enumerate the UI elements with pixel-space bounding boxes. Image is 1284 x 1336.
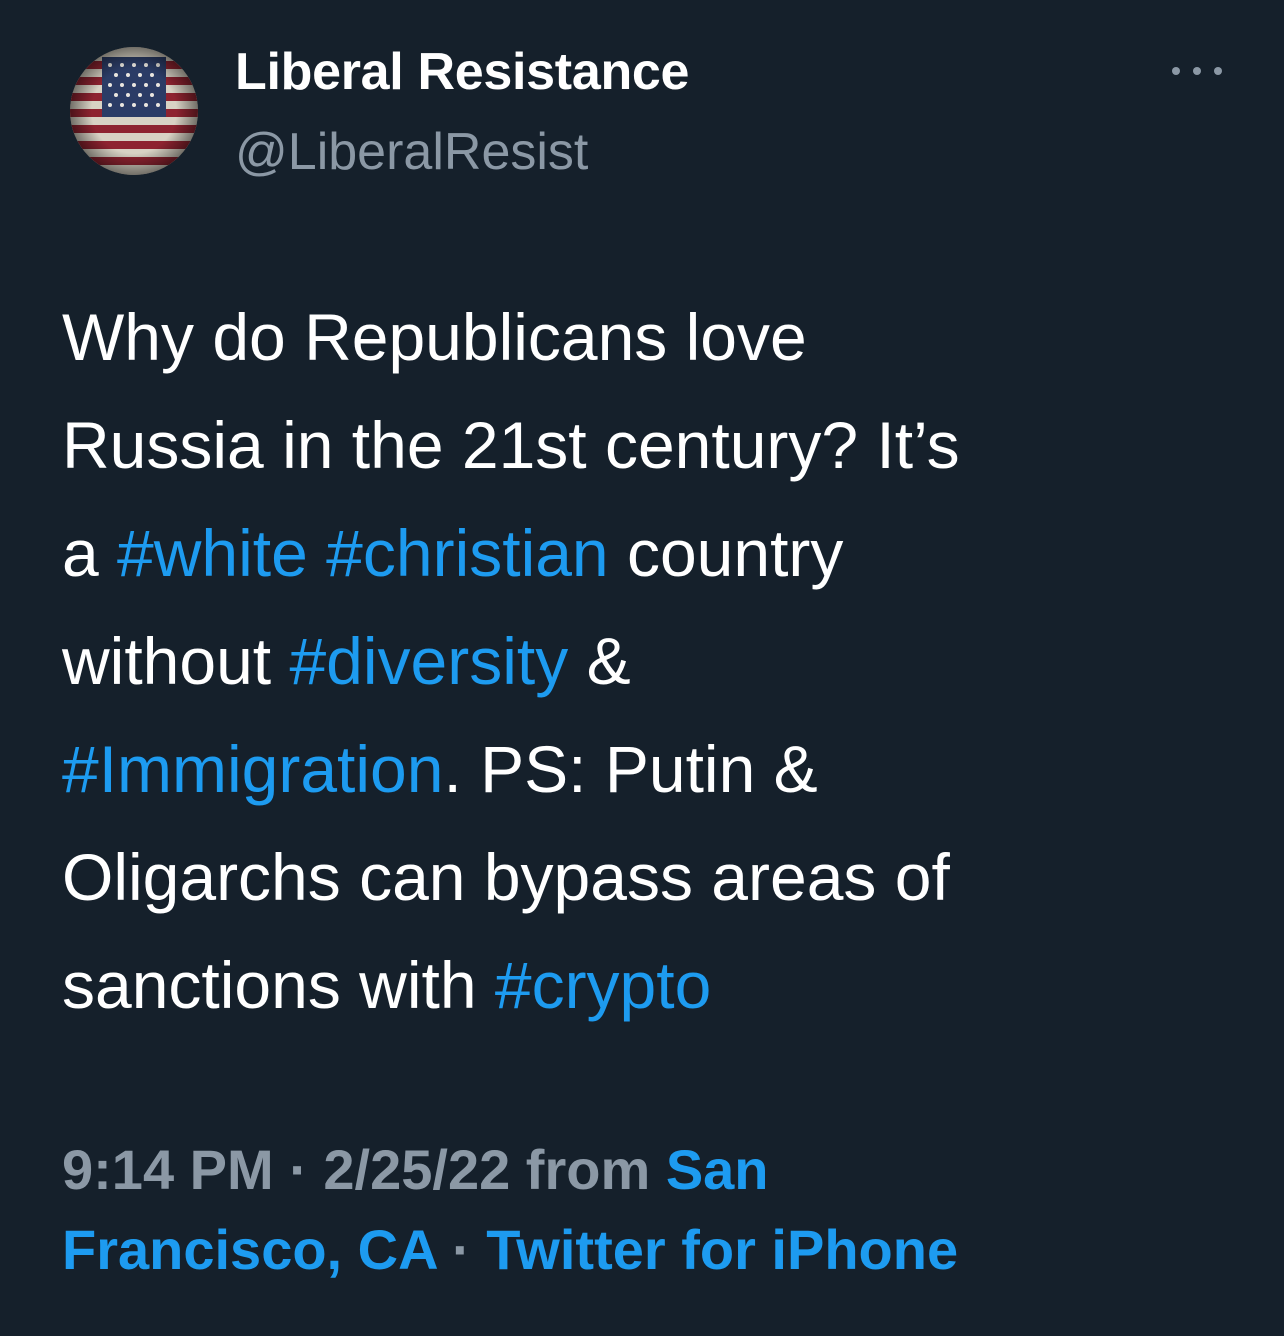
hashtag-link[interactable]: #crypto: [495, 948, 711, 1022]
tweet-text-line: a #white #christian country: [62, 499, 1242, 607]
meta-separator: ·: [273, 1138, 324, 1201]
meta-line-1: 9:14 PM · 2/25/22 from San: [62, 1130, 1242, 1210]
tweet-location-cont[interactable]: Francisco, CA: [62, 1218, 436, 1281]
hashtag-link[interactable]: #christian: [326, 516, 608, 590]
hashtag-link[interactable]: #diversity: [289, 624, 568, 698]
tweet-text-line: without #diversity &: [62, 607, 1242, 715]
us-flag-avatar-icon[interactable]: [70, 47, 198, 175]
tweet-text-line: Why do Republicans love: [62, 283, 1242, 391]
tweet-metadata: 9:14 PM · 2/25/22 from San Francisco, CA…: [62, 1130, 1242, 1290]
more-dot: [1193, 67, 1201, 75]
meta-line-2: Francisco, CA · Twitter for iPhone: [62, 1210, 1242, 1290]
more-options-icon[interactable]: [1172, 58, 1222, 84]
tweet-text-segment: Oligarchs can bypass areas of: [62, 840, 950, 914]
tweet-text-segment: country: [608, 516, 844, 590]
more-dot: [1172, 67, 1180, 75]
tweet-text-segment: . PS: Putin &: [443, 732, 818, 806]
tweet-text-line: Russia in the 21st century? It’s: [62, 391, 1242, 499]
meta-from: from: [510, 1138, 666, 1201]
author-handle[interactable]: @LiberalResist: [235, 122, 588, 182]
tweet-location[interactable]: San: [666, 1138, 769, 1201]
tweet-time[interactable]: 9:14 PM: [62, 1138, 274, 1201]
tweet-text-segment: a: [62, 516, 118, 590]
tweet-text-segment: Russia in the 21st century? It’s: [62, 408, 960, 482]
hashtag-link[interactable]: #Immigration: [62, 732, 443, 806]
tweet-text-segment: Why do Republicans love: [62, 300, 807, 374]
tweet-text-segment: &: [568, 624, 631, 698]
meta-separator: ·: [436, 1218, 487, 1281]
tweet-date[interactable]: 2/25/22: [323, 1138, 510, 1201]
author-display-name[interactable]: Liberal Resistance: [235, 42, 689, 102]
tweet-text-line: sanctions with #crypto: [62, 931, 1242, 1039]
tweet-text-segment: sanctions with: [62, 948, 495, 1022]
tweet-source[interactable]: Twitter for iPhone: [486, 1218, 958, 1281]
tweet-text-line: #Immigration. PS: Putin &: [62, 715, 1242, 823]
hashtag-link[interactable]: #white: [117, 516, 308, 590]
tweet: Liberal Resistance @LiberalResist Why do…: [0, 0, 1284, 1336]
more-dot: [1214, 67, 1222, 75]
tweet-text-line: Oligarchs can bypass areas of: [62, 823, 1242, 931]
tweet-text-segment: without: [62, 624, 290, 698]
tweet-text-segment: [308, 516, 326, 590]
tweet-text: Why do Republicans love Russia in the 21s…: [62, 283, 1242, 1039]
